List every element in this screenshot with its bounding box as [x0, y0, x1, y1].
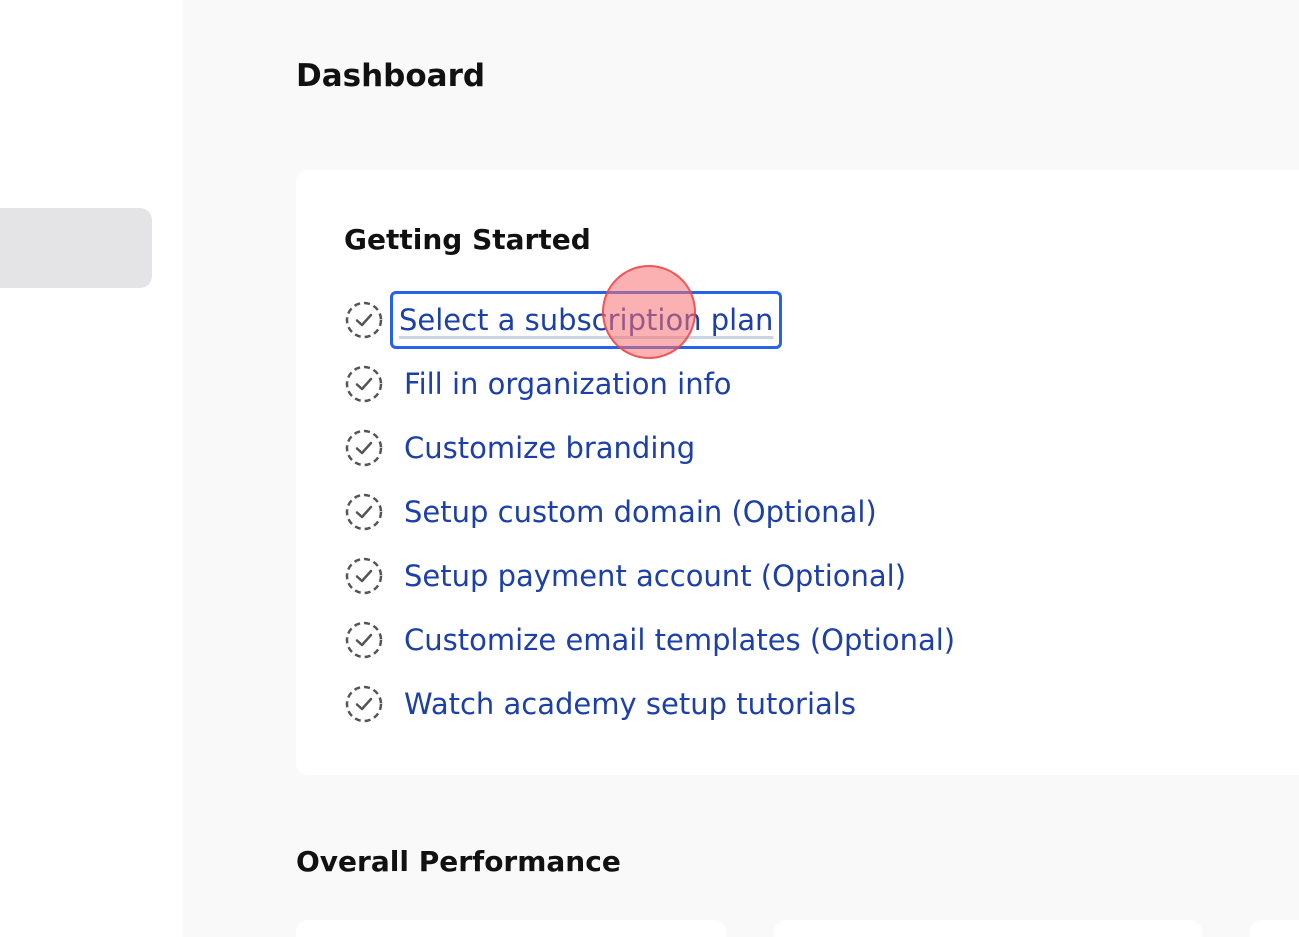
- overall-performance-title: Overall Performance: [296, 845, 621, 878]
- checklist-item: Select a subscription plan: [344, 288, 963, 352]
- checklist-item: Watch academy setup tutorials: [344, 672, 963, 736]
- checklist-item: Setup payment account (Optional): [344, 544, 963, 608]
- dashed-check-circle-icon: [344, 298, 388, 342]
- dashed-check-circle-icon: [344, 426, 388, 470]
- customize-branding-link[interactable]: Customize branding: [396, 420, 703, 476]
- checklist-item: Setup custom domain (Optional): [344, 480, 963, 544]
- watch-academy-tutorials-link[interactable]: Watch academy setup tutorials: [396, 676, 864, 732]
- checklist-item: Customize email templates (Optional): [344, 608, 963, 672]
- customize-email-templates-link[interactable]: Customize email templates (Optional): [396, 612, 963, 668]
- fill-organization-info-link[interactable]: Fill in organization info: [396, 356, 740, 412]
- select-subscription-plan-link[interactable]: Select a subscription plan: [390, 291, 783, 349]
- dashed-check-circle-icon: [344, 554, 388, 598]
- dashed-check-circle-icon: [344, 490, 388, 534]
- dashed-check-circle-icon: [344, 618, 388, 662]
- checklist-item: Customize branding: [344, 416, 963, 480]
- setup-custom-domain-link[interactable]: Setup custom domain (Optional): [396, 484, 885, 540]
- sidebar-active-item[interactable]: [0, 208, 152, 288]
- setup-payment-account-link[interactable]: Setup payment account (Optional): [396, 548, 914, 604]
- performance-stat-card: [1250, 920, 1299, 937]
- dashed-check-circle-icon: [344, 682, 388, 726]
- main-content: Dashboard Getting Started Select a subsc…: [183, 0, 1299, 937]
- performance-stat-card: [774, 920, 1202, 937]
- getting-started-title: Getting Started: [344, 223, 591, 256]
- page-title: Dashboard: [296, 58, 486, 94]
- sidebar: [0, 0, 183, 937]
- dashed-check-circle-icon: [344, 362, 388, 406]
- performance-stat-card: [296, 920, 726, 937]
- getting-started-checklist: Select a subscription plan Fill in organ…: [344, 288, 963, 736]
- getting-started-card: Getting Started Select a subscription pl…: [296, 170, 1299, 775]
- checklist-item: Fill in organization info: [344, 352, 963, 416]
